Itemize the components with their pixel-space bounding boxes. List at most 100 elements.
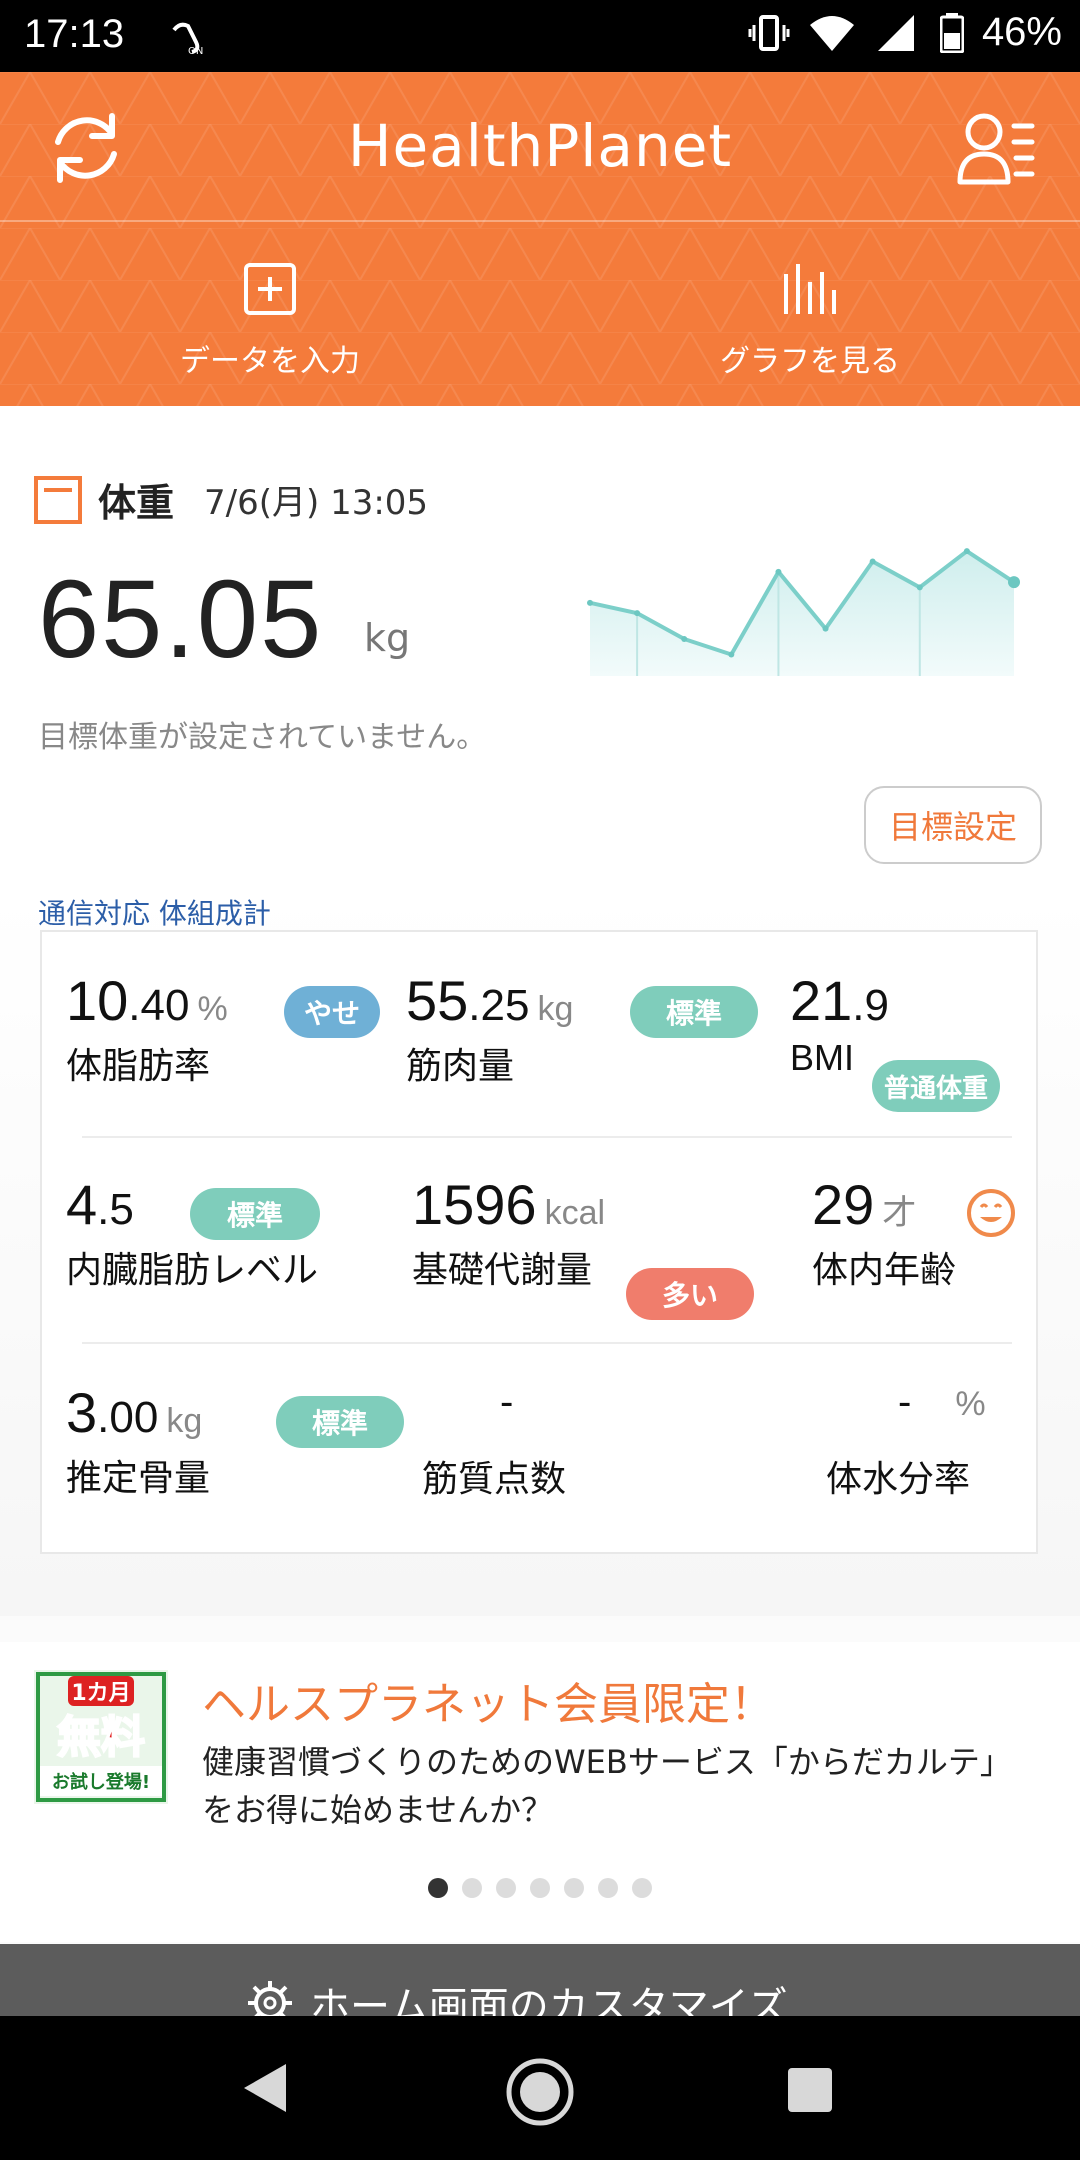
battery-percent: 46% bbox=[981, 10, 1062, 54]
app-title: HealthPlanet bbox=[347, 112, 733, 180]
metric-bmr[interactable]: 1596 kcal 基礎代謝量 bbox=[412, 1172, 605, 1293]
trend-point bbox=[681, 636, 688, 642]
bone-badge: 標準 bbox=[276, 1396, 404, 1448]
bmi-int: 21 bbox=[790, 969, 853, 1032]
view-graph-button[interactable]: グラフを見る bbox=[660, 262, 960, 380]
muscle-dec: .25 bbox=[468, 981, 530, 1030]
promo-text: 健康習慣づくりのためのWEBサービス「からだカルテ」をお得に始めませんか？ bbox=[202, 1743, 1012, 1829]
body-fat-dec: .40 bbox=[128, 981, 190, 1030]
trend-point bbox=[916, 584, 923, 591]
trend-point bbox=[728, 651, 735, 658]
weight-title: 体重 bbox=[98, 481, 175, 525]
goal-weight-note: 目標体重が設定されていません。 bbox=[38, 720, 487, 755]
scale-icon bbox=[34, 475, 82, 524]
promo-thumbnail: 1カ月 無料 お試し登場! bbox=[34, 1670, 168, 1804]
carousel-dot[interactable] bbox=[428, 1878, 448, 1898]
weight-unit: kg bbox=[364, 616, 411, 660]
metric-body-age[interactable]: 29 才 体内年齢 bbox=[812, 1172, 956, 1293]
body-age-name: 体内年齢 bbox=[812, 1250, 957, 1291]
carousel-dot[interactable] bbox=[530, 1878, 550, 1898]
vibrate-icon bbox=[748, 14, 790, 51]
set-goal-button[interactable]: 目標設定 bbox=[864, 786, 1042, 864]
bone-int: 3 bbox=[66, 1381, 98, 1444]
trend-area bbox=[590, 551, 1014, 676]
trend-point bbox=[822, 625, 829, 632]
trend-point bbox=[869, 558, 876, 565]
bmi-dec: .9 bbox=[852, 981, 889, 1030]
bmi-badge: 普通体重 bbox=[872, 1060, 1000, 1112]
back-icon[interactable] bbox=[240, 2060, 290, 2116]
promo-thumb-line1: 1カ月 bbox=[71, 1681, 130, 1706]
bmr-unit: kcal bbox=[544, 1194, 606, 1232]
metric-muscle[interactable]: 55.25 kg 筋肉量 bbox=[406, 968, 573, 1089]
profile-menu-icon[interactable] bbox=[954, 106, 1038, 190]
muscle-unit: kg bbox=[537, 990, 574, 1028]
customize-home-button[interactable]: ホーム画面のカスタマイズ bbox=[0, 1944, 1080, 2016]
trend-point bbox=[634, 610, 641, 617]
metrics-row-divider bbox=[82, 1342, 1012, 1344]
carousel-dot[interactable] bbox=[462, 1878, 482, 1898]
home-icon[interactable] bbox=[504, 2056, 576, 2128]
trend-point bbox=[963, 548, 970, 555]
carousel-dot[interactable] bbox=[496, 1878, 516, 1898]
muscle-score-value: - bbox=[500, 1380, 514, 1424]
app-header: HealthPlanet データを入力 グラフを見る bbox=[0, 72, 1080, 406]
body-fat-badge: やせ bbox=[284, 986, 380, 1038]
promo-thumb-line3: お試し登場! bbox=[52, 1771, 150, 1793]
battery-icon bbox=[939, 12, 964, 53]
signal-icon bbox=[877, 14, 914, 51]
input-data-label: データを入力 bbox=[180, 344, 360, 379]
body-age-unit: 才 bbox=[882, 1194, 917, 1232]
system-nav-bar bbox=[0, 2016, 1080, 2160]
visceral-name: 内臓脂肪レベル bbox=[66, 1250, 319, 1291]
nfc-icon: ON bbox=[172, 22, 203, 57]
trend-point bbox=[1008, 576, 1020, 589]
body-composition-panel: 10.40% 体脂肪率 やせ 55.25 kg 筋肉量 標準 21.9 BMI 普… bbox=[40, 930, 1038, 1554]
weight-card: 体重 7/6(月) 13:05 65.05 kg 目標体重が設定されていません。… bbox=[0, 406, 1080, 1616]
visceral-int: 4 bbox=[66, 1173, 98, 1236]
water-name: 体水分率 bbox=[826, 1459, 971, 1500]
metrics-row-divider bbox=[82, 1136, 1012, 1138]
body-fat-name: 体脂肪率 bbox=[66, 1046, 211, 1087]
carousel-dot[interactable] bbox=[632, 1878, 652, 1898]
wifi-icon bbox=[809, 15, 854, 51]
bone-name: 推定骨量 bbox=[66, 1458, 211, 1499]
body-fat-unit: % bbox=[197, 990, 228, 1028]
promo-banner[interactable]: 1カ月 無料 お試し登場! ヘルスプラネット会員限定！ 健康習慣づくりのためのW… bbox=[0, 1642, 1080, 1942]
metric-body-fat[interactable]: 10.40% 体脂肪率 bbox=[66, 968, 228, 1089]
svg-text:ON: ON bbox=[188, 46, 203, 57]
weight-trend-chart[interactable] bbox=[584, 536, 1020, 676]
bone-unit: kg bbox=[166, 1402, 203, 1440]
visceral-dec: .5 bbox=[97, 1185, 134, 1234]
carousel-dot[interactable] bbox=[564, 1878, 584, 1898]
visceral-badge: 標準 bbox=[190, 1188, 320, 1240]
metric-bmi[interactable]: 21.9 BMI bbox=[790, 968, 889, 1079]
header-divider bbox=[0, 220, 1080, 222]
bmr-name: 基礎代謝量 bbox=[412, 1250, 593, 1291]
gear-icon bbox=[248, 1981, 292, 2016]
metric-muscle-score[interactable]: - 筋質点数 bbox=[422, 1380, 582, 1502]
metric-body-water[interactable]: -% 体水分率 bbox=[826, 1380, 986, 1502]
customize-label: ホーム画面のカスタマイズ bbox=[310, 1984, 788, 2016]
carousel-dot[interactable] bbox=[598, 1878, 618, 1898]
promo-thumb-line2: 無料 bbox=[57, 1712, 145, 1763]
muscle-int: 55 bbox=[406, 969, 469, 1032]
trend-point bbox=[587, 599, 593, 606]
bar-chart-icon bbox=[784, 264, 836, 314]
recent-apps-icon[interactable] bbox=[786, 2066, 834, 2114]
water-value: - bbox=[898, 1380, 912, 1424]
water-unit: % bbox=[955, 1385, 986, 1423]
input-data-button[interactable]: データを入力 bbox=[120, 262, 420, 380]
weight-header: 体重 7/6(月) 13:05 bbox=[34, 472, 428, 527]
body-age-value: 29 bbox=[812, 1173, 875, 1236]
muscle-badge: 標準 bbox=[630, 986, 758, 1038]
smile-face-icon bbox=[967, 1189, 1015, 1237]
metric-bone-mass[interactable]: 3.00 kg 推定骨量 bbox=[66, 1380, 210, 1501]
weight-value: 65.05 bbox=[38, 558, 324, 681]
bmr-badge: 多い bbox=[626, 1268, 754, 1320]
muscle-name: 筋肉量 bbox=[406, 1046, 515, 1087]
status-bar: 17:13 ON 46% bbox=[0, 0, 1080, 72]
body-fat-int: 10 bbox=[66, 969, 129, 1032]
bmr-value: 1596 bbox=[412, 1173, 537, 1236]
trend-point bbox=[775, 568, 782, 575]
